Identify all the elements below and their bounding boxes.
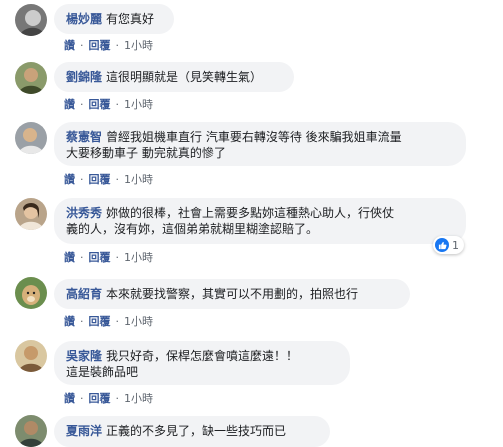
comment-bubble: 夏雨洋 正義的不多見了，缺一些技巧而已: [54, 416, 330, 447]
reply-link[interactable]: 回覆: [89, 173, 111, 186]
commenter-name[interactable]: 洪秀秀: [66, 206, 102, 220]
like-link[interactable]: 讚: [64, 98, 75, 111]
comment-text-line2: 這是裝飾品吧: [66, 365, 139, 379]
commenter-name[interactable]: 蔡憲智: [66, 130, 102, 144]
comment-text: 正義的不多見了，缺一些技巧而已: [106, 424, 287, 438]
comment-text: 曾經我姐機車直行 汽車要右轉沒等待 後來騙我姐車流量: [106, 130, 402, 144]
comment-bubble: 高紹育 本來就要找警察，其實可以不用劃的，拍照也行: [54, 279, 410, 309]
comment-bubble: 吳家隆 我只好奇，保桿怎麼會噴這麼遠！！ 這是裝飾品吧: [54, 341, 350, 385]
comment-actions: 讚 · 回覆 · 1小時: [64, 392, 153, 405]
reaction-count[interactable]: 1: [433, 236, 464, 254]
timestamp[interactable]: 1小時: [124, 98, 153, 111]
timestamp[interactable]: 1小時: [124, 315, 153, 328]
timestamp[interactable]: 1小時: [124, 251, 153, 264]
thumbs-up-icon: [435, 238, 449, 252]
avatar[interactable]: [15, 340, 47, 372]
avatar[interactable]: [15, 122, 47, 154]
comment-actions: 讚 · 回覆 · 1小時: [64, 98, 153, 111]
avatar[interactable]: [15, 198, 47, 230]
like-link[interactable]: 讚: [64, 251, 75, 264]
comment-bubble: 洪秀秀 妳做的很棒，社會上需要多點妳這種熱心助人，行俠仗 義的人，沒有妳，這個弟弟…: [54, 198, 466, 244]
timestamp[interactable]: 1小時: [124, 173, 153, 186]
timestamp[interactable]: 1小時: [124, 392, 153, 405]
comment-actions: 讚 · 回覆 · 1小時: [64, 251, 153, 264]
comment-bubble: 蔡憲智 曾經我姐機車直行 汽車要右轉沒等待 後來騙我姐車流量 大要移動車子 動完就…: [54, 122, 466, 166]
like-link[interactable]: 讚: [64, 315, 75, 328]
comment-bubble: 楊妙麗 有您真好: [54, 4, 174, 34]
reaction-number: 1: [452, 238, 459, 252]
commenter-name[interactable]: 夏雨洋: [66, 424, 102, 438]
avatar[interactable]: [15, 415, 47, 447]
comment-text-line2: 大要移動車子 動完就真的慘了: [66, 146, 226, 160]
commenter-name[interactable]: 高紹育: [66, 287, 102, 301]
like-link[interactable]: 讚: [64, 39, 75, 52]
comment-actions: 讚 · 回覆 · 1小時: [64, 39, 153, 52]
like-link[interactable]: 讚: [64, 173, 75, 186]
comment-text: 有您真好: [106, 12, 155, 26]
timestamp[interactable]: 1小時: [124, 39, 153, 52]
comment-actions: 讚 · 回覆 · 1小時: [64, 173, 153, 186]
comment-text: 本來就要找警察，其實可以不用劃的，拍照也行: [106, 287, 359, 301]
reply-link[interactable]: 回覆: [89, 98, 111, 111]
reply-link[interactable]: 回覆: [89, 315, 111, 328]
comment-actions: 讚 · 回覆 · 1小時: [64, 315, 153, 328]
avatar[interactable]: [15, 62, 47, 94]
reply-link[interactable]: 回覆: [89, 39, 111, 52]
reply-link[interactable]: 回覆: [89, 251, 111, 264]
commenter-name[interactable]: 劉錦隆: [66, 70, 102, 84]
comment-text: 我只好奇，保桿怎麼會噴這麼遠！！: [106, 349, 299, 363]
avatar[interactable]: [15, 4, 47, 36]
comment-text: 這很明顯就是（見笑轉生氣）: [106, 70, 263, 84]
comment-text-line2: 義的人，沒有妳，這個弟弟就糊里糊塗認賠了。: [66, 222, 319, 236]
like-link[interactable]: 讚: [64, 392, 75, 405]
comment-text: 妳做的很棒，社會上需要多點妳這種熱心助人，行俠仗: [106, 206, 395, 220]
commenter-name[interactable]: 吳家隆: [66, 349, 102, 363]
comment-bubble: 劉錦隆 這很明顯就是（見笑轉生氣）: [54, 62, 294, 92]
reply-link[interactable]: 回覆: [89, 392, 111, 405]
avatar[interactable]: [15, 277, 47, 309]
commenter-name[interactable]: 楊妙麗: [66, 12, 102, 26]
